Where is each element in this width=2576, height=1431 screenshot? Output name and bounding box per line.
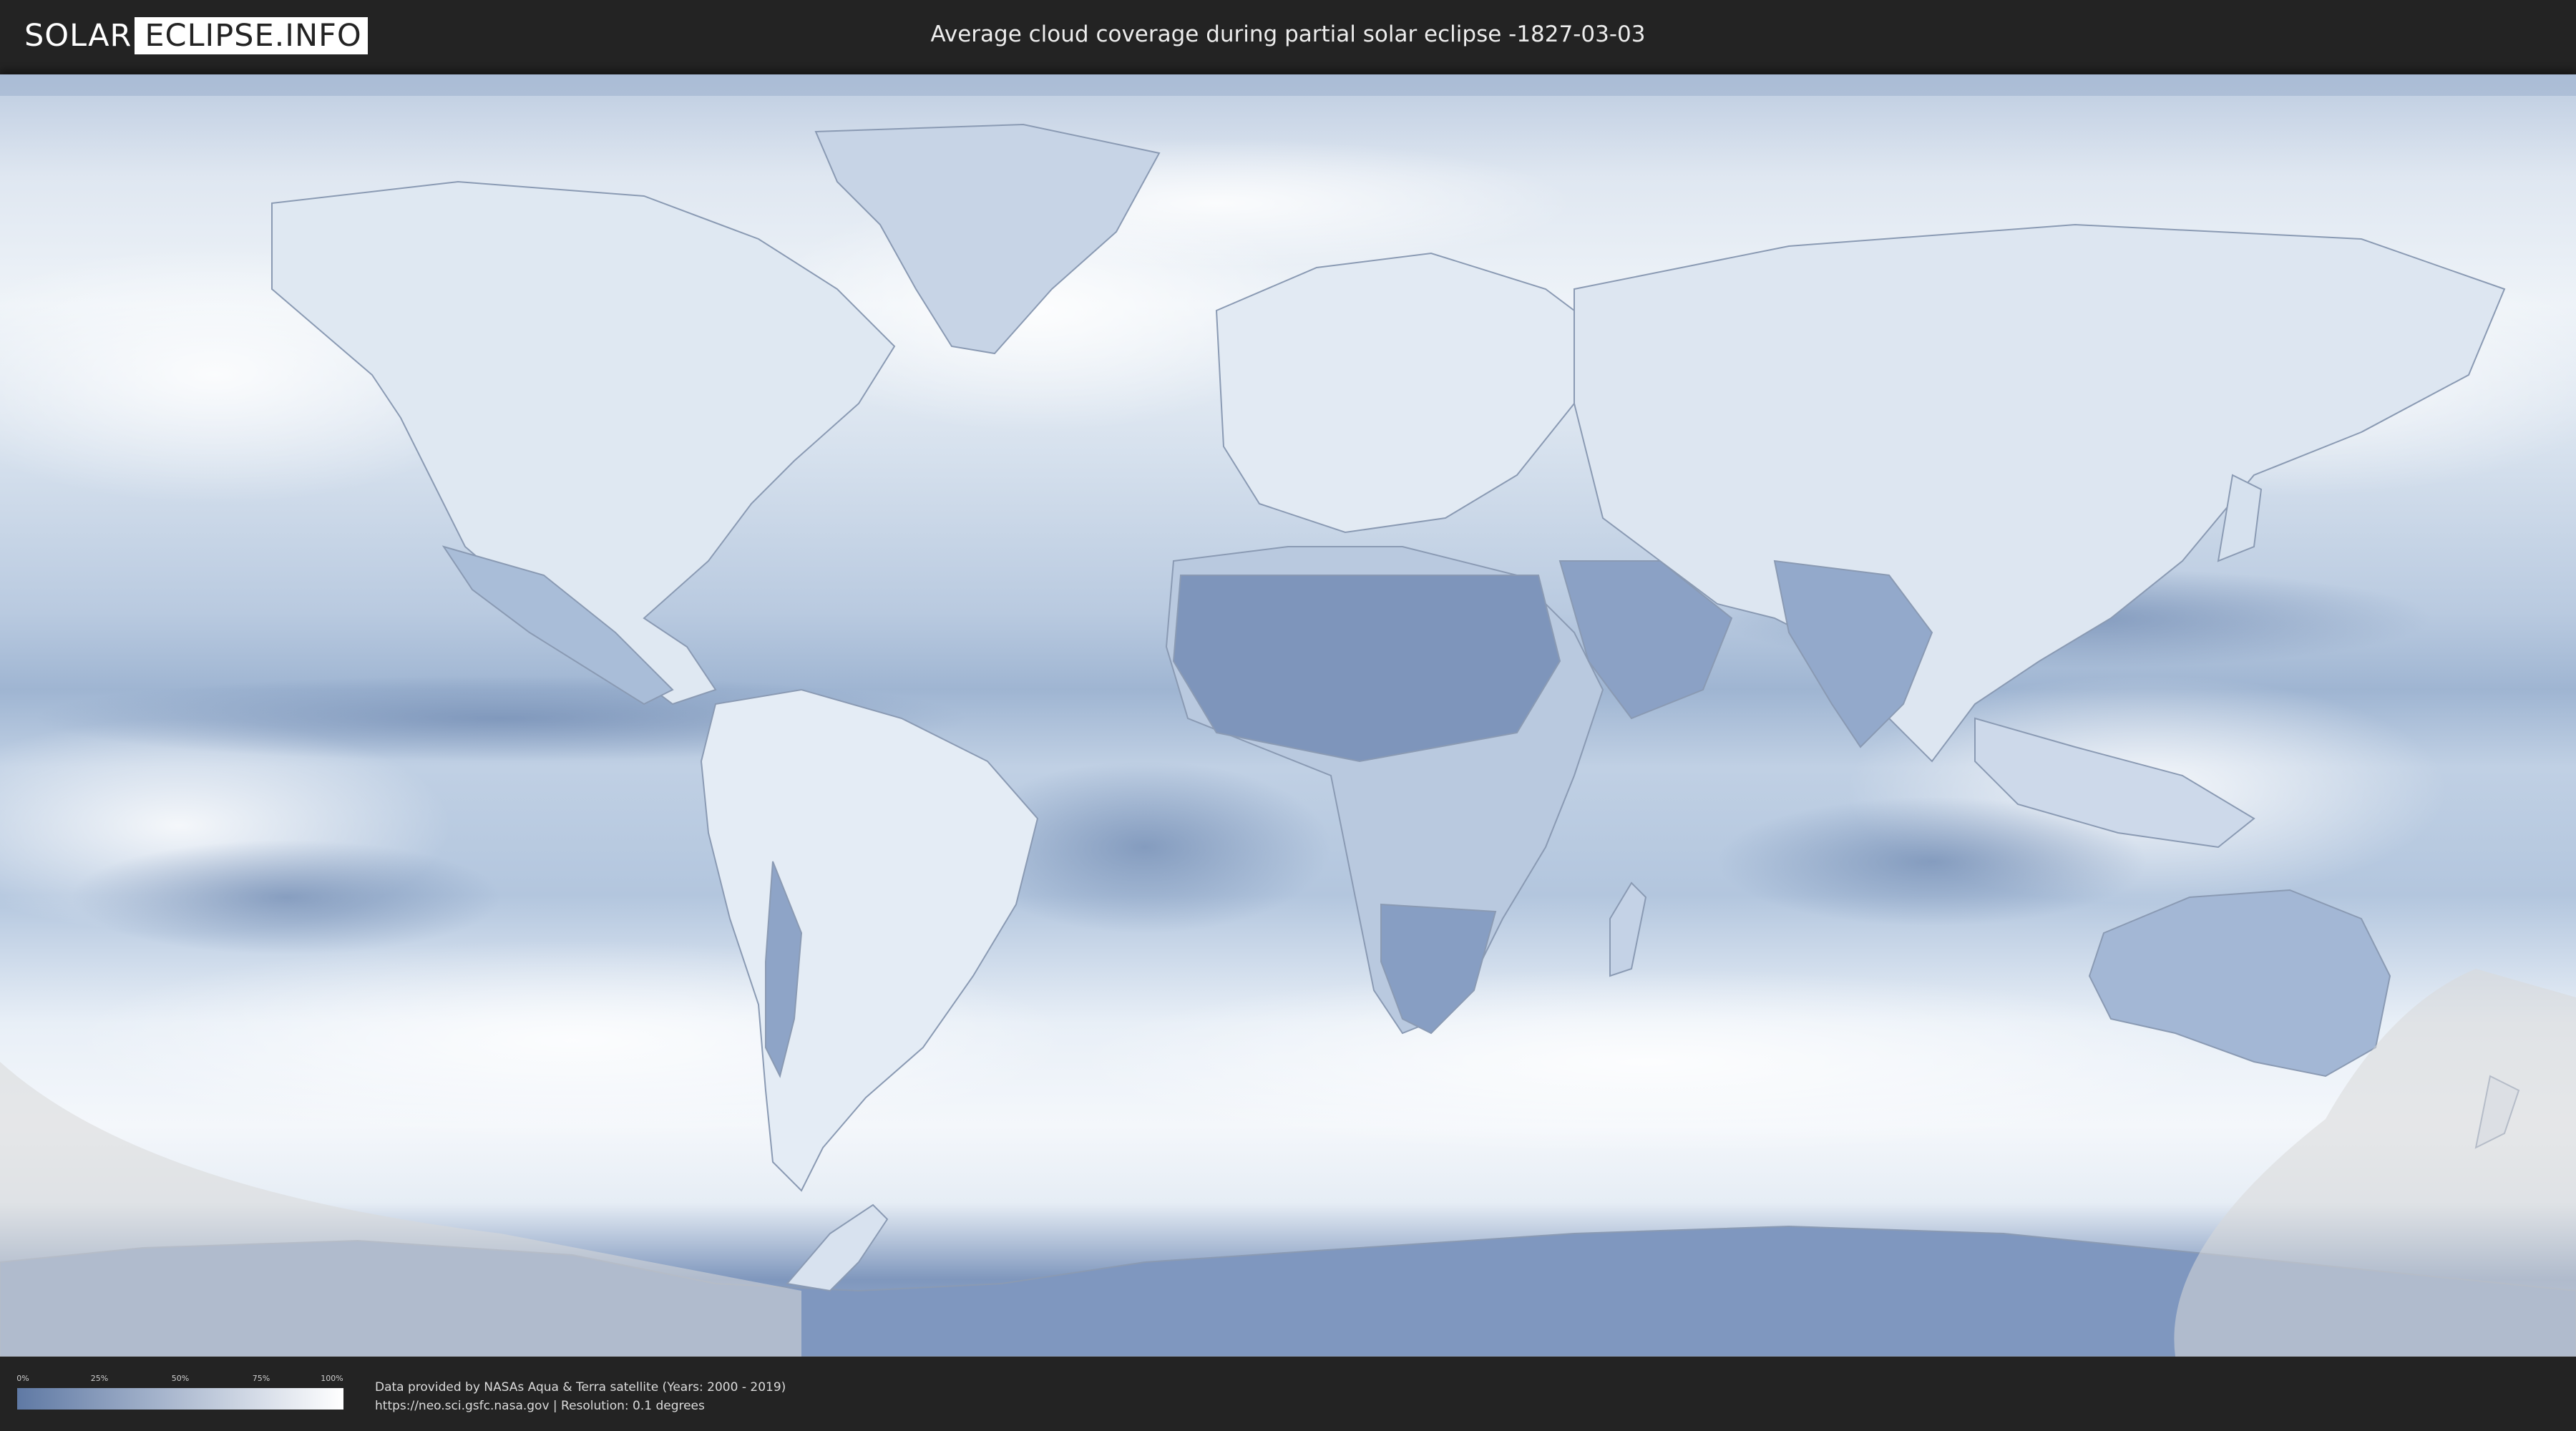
legend-color-bar	[17, 1388, 343, 1410]
header: SOLAR ECLIPSE.INFO Average cloud coverag…	[0, 0, 2576, 72]
legend-tick-75: 75%	[252, 1374, 270, 1383]
legend-ticks: 0% 25% 50% 75% 100%	[16, 1374, 343, 1387]
attribution-source: Data provided by NASAs Aqua & Terra sate…	[375, 1380, 786, 1395]
legend-tick-0: 0%	[16, 1374, 29, 1383]
footer: 0% 25% 50% 75% 100% Data provided by NAS…	[0, 1357, 2576, 1431]
attribution-url: https://neo.sci.gsfc.nasa.gov | Resoluti…	[375, 1399, 705, 1413]
cloud-coverage-legend: 0% 25% 50% 75% 100%	[16, 1374, 343, 1410]
world-map-svg	[0, 74, 2576, 1357]
data-attribution: Data provided by NASAs Aqua & Terra sate…	[375, 1378, 786, 1415]
legend-tick-25: 25%	[90, 1374, 109, 1383]
legend-tick-50: 50%	[171, 1374, 190, 1383]
legend-tick-100: 100%	[321, 1374, 343, 1383]
sahara	[1172, 575, 1561, 763]
cloud-coverage-map[interactable]	[0, 74, 2576, 1357]
page-title: Average cloud coverage during partial so…	[930, 21, 1646, 47]
page: SOLAR ECLIPSE.INFO Average cloud coverag…	[0, 0, 2576, 1431]
